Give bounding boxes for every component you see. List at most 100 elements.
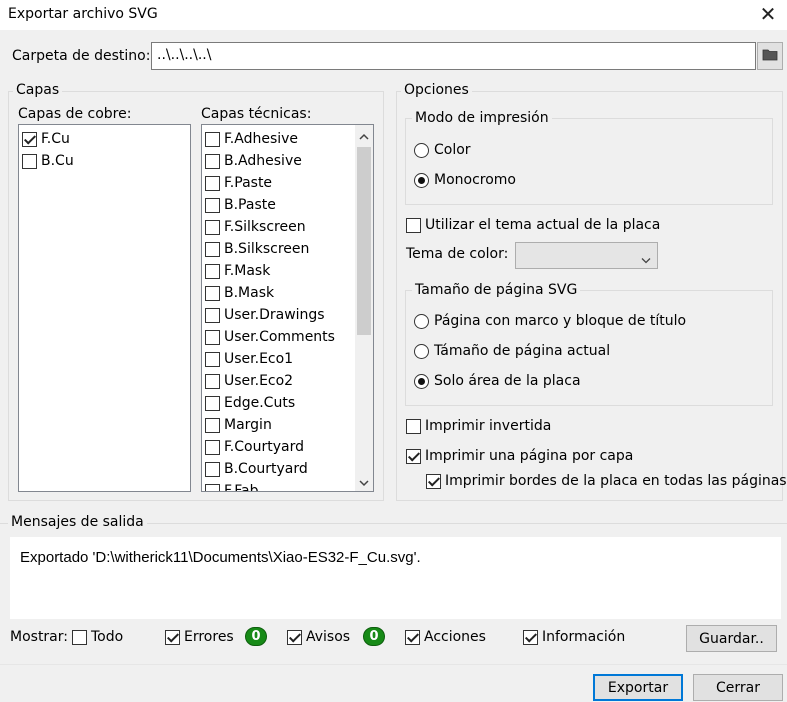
technical-layer-checkbox[interactable] bbox=[205, 263, 220, 279]
technical-layer-checkbox[interactable] bbox=[205, 395, 220, 411]
technical-layer-checkbox[interactable] bbox=[205, 175, 220, 191]
copper-layer-item[interactable]: F.Cu bbox=[19, 128, 190, 150]
mirror-checkbox[interactable]: Imprimir invertida bbox=[406, 418, 551, 434]
filter-all-checkbox[interactable]: Todo bbox=[72, 629, 123, 645]
warnings-count-badge: 0 bbox=[363, 627, 385, 646]
use-board-theme-box[interactable] bbox=[406, 217, 421, 233]
technical-layer-checkbox[interactable] bbox=[205, 219, 220, 235]
scroll-up-icon[interactable] bbox=[359, 129, 369, 141]
technical-layer-label: B.Paste bbox=[224, 197, 276, 213]
technical-layers-list[interactable]: F.Adhesive B.Adhesive F.Paste B.Paste F.Silk… bbox=[201, 124, 374, 492]
technical-layer-checkbox[interactable] bbox=[205, 417, 220, 433]
technical-layer-item[interactable]: Margin bbox=[202, 414, 373, 436]
technical-layer-item[interactable]: F.Paste bbox=[202, 172, 373, 194]
filter-info-box[interactable] bbox=[523, 629, 538, 645]
technical-layer-item[interactable]: B.Mask bbox=[202, 282, 373, 304]
technical-layer-label: User.Eco1 bbox=[224, 351, 294, 367]
color-radio-label: Color bbox=[434, 142, 471, 158]
scroll-down-icon[interactable] bbox=[359, 475, 369, 487]
technical-layer-item[interactable]: B.Paste bbox=[202, 194, 373, 216]
board-area-radio-indicator[interactable] bbox=[414, 373, 429, 389]
destination-input[interactable]: ..\..\..\..\ bbox=[151, 42, 756, 70]
copper-layer-checkbox[interactable] bbox=[22, 153, 37, 169]
technical-layers-label: Capas técnicas: bbox=[201, 106, 312, 122]
technical-layer-item[interactable]: User.Eco1 bbox=[202, 348, 373, 370]
board-edges-box[interactable] bbox=[426, 473, 441, 489]
technical-layer-item[interactable]: B.Courtyard bbox=[202, 458, 373, 480]
technical-layer-item[interactable]: F.Silkscreen bbox=[202, 216, 373, 238]
technical-layer-checkbox[interactable] bbox=[205, 461, 220, 477]
technical-layer-checkbox[interactable] bbox=[205, 373, 220, 389]
technical-layer-checkbox[interactable] bbox=[205, 241, 220, 257]
technical-layer-item[interactable]: F.Courtyard bbox=[202, 436, 373, 458]
color-radio-indicator[interactable] bbox=[414, 142, 429, 158]
filter-all-label: Todo bbox=[91, 629, 124, 645]
close-button[interactable]: Cerrar bbox=[693, 674, 783, 701]
filter-warnings-checkbox[interactable]: Avisos bbox=[287, 629, 350, 645]
technical-layer-checkbox[interactable] bbox=[205, 197, 220, 213]
technical-layer-item[interactable]: B.Adhesive bbox=[202, 150, 373, 172]
technical-layer-label: User.Comments bbox=[224, 329, 335, 345]
technical-layer-label: Margin bbox=[224, 417, 272, 433]
close-icon[interactable]: ✕ bbox=[755, 2, 781, 26]
filter-actions-box[interactable] bbox=[405, 629, 420, 645]
browse-folder-button[interactable] bbox=[757, 42, 783, 70]
filter-all-box[interactable] bbox=[72, 629, 87, 645]
technical-layer-item[interactable]: User.Comments bbox=[202, 326, 373, 348]
copper-layer-label: B.Cu bbox=[41, 153, 74, 169]
print-mode-title: Modo de impresión bbox=[412, 110, 552, 126]
technical-layer-checkbox[interactable] bbox=[205, 153, 220, 169]
mirror-box[interactable] bbox=[406, 418, 421, 434]
monochrome-radio-label: Monocromo bbox=[434, 172, 516, 188]
technical-layer-checkbox[interactable] bbox=[205, 351, 220, 367]
page-frame-radio-indicator[interactable] bbox=[414, 313, 429, 329]
technical-layer-label: F.Courtyard bbox=[224, 439, 304, 455]
technical-layer-item[interactable]: B.Silkscreen bbox=[202, 238, 373, 260]
filter-actions-checkbox[interactable]: Acciones bbox=[405, 629, 486, 645]
technical-layer-label: Edge.Cuts bbox=[224, 395, 296, 411]
board-area-radio[interactable]: Solo área de la placa bbox=[414, 373, 581, 389]
technical-layer-checkbox[interactable] bbox=[205, 285, 220, 301]
technical-layer-label: User.Eco2 bbox=[224, 373, 294, 389]
export-button[interactable]: Exportar bbox=[593, 674, 683, 701]
output-messages-panel[interactable]: Exportado 'D:\witherick11\Documents\Xiao… bbox=[10, 537, 781, 619]
filter-errors-box[interactable] bbox=[165, 629, 180, 645]
technical-layer-label: User.Drawings bbox=[224, 307, 325, 323]
filter-info-checkbox[interactable]: Información bbox=[523, 629, 625, 645]
board-area-radio-label: Solo área de la placa bbox=[434, 373, 581, 389]
technical-layer-item[interactable]: Edge.Cuts bbox=[202, 392, 373, 414]
show-label: Mostrar: bbox=[10, 629, 68, 645]
copper-layer-checkbox[interactable] bbox=[22, 131, 37, 147]
one-page-per-layer-box[interactable] bbox=[406, 448, 421, 464]
filter-errors-checkbox[interactable]: Errores bbox=[165, 629, 234, 645]
one-page-per-layer-checkbox[interactable]: Imprimir una página por capa bbox=[406, 448, 633, 464]
filter-errors-label: Errores bbox=[184, 629, 234, 645]
monochrome-radio[interactable]: Monocromo bbox=[414, 172, 516, 188]
filter-warnings-box[interactable] bbox=[287, 629, 302, 645]
technical-layers-scrollbar[interactable] bbox=[355, 125, 373, 491]
save-messages-button[interactable]: Guardar.. bbox=[686, 625, 777, 652]
use-board-theme-checkbox[interactable]: Utilizar el tema actual de la placa bbox=[406, 217, 660, 233]
technical-layer-checkbox[interactable] bbox=[205, 131, 220, 147]
technical-layer-label: F.Adhesive bbox=[224, 131, 299, 147]
technical-layer-item[interactable]: User.Eco2 bbox=[202, 370, 373, 392]
technical-layer-item[interactable]: F.Fab bbox=[202, 480, 373, 491]
current-page-size-radio[interactable]: Támaño de página actual bbox=[414, 343, 610, 359]
monochrome-radio-indicator[interactable] bbox=[414, 172, 429, 188]
technical-layer-checkbox[interactable] bbox=[205, 439, 220, 455]
technical-layer-checkbox[interactable] bbox=[205, 307, 220, 323]
copper-layers-list[interactable]: F.Cu B.Cu bbox=[18, 124, 191, 492]
technical-layer-item[interactable]: F.Adhesive bbox=[202, 128, 373, 150]
technical-layer-checkbox[interactable] bbox=[205, 329, 220, 345]
current-page-size-radio-indicator[interactable] bbox=[414, 343, 429, 359]
page-frame-radio[interactable]: Página con marco y bloque de título bbox=[414, 313, 686, 329]
copper-layer-item[interactable]: B.Cu bbox=[19, 150, 190, 172]
current-page-size-radio-label: Támaño de página actual bbox=[434, 343, 611, 359]
color-radio[interactable]: Color bbox=[414, 142, 471, 158]
scroll-thumb[interactable] bbox=[357, 147, 371, 335]
color-theme-select[interactable] bbox=[515, 242, 658, 269]
technical-layer-item[interactable]: User.Drawings bbox=[202, 304, 373, 326]
board-edges-checkbox[interactable]: Imprimir bordes de la placa en todas las… bbox=[426, 473, 787, 489]
technical-layer-item[interactable]: F.Mask bbox=[202, 260, 373, 282]
technical-layer-checkbox[interactable] bbox=[205, 483, 220, 491]
